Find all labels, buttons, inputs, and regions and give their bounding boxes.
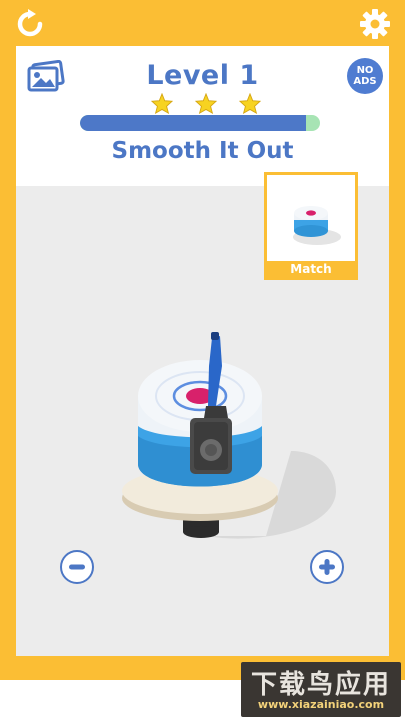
level-header: Level 1 Smooth It Out NO ADS: [16, 46, 389, 186]
cake-stand-scene: [122, 332, 336, 539]
level-progress-bar: [80, 115, 320, 131]
zoom-out-button[interactable]: [60, 550, 94, 584]
watermark-title: 下载鸟应用: [250, 670, 391, 700]
star-icon: [195, 93, 217, 114]
minus-icon: [69, 564, 85, 570]
star-icon: [239, 93, 261, 114]
level-progress-fill: [80, 115, 306, 131]
star-icon: [151, 93, 173, 114]
restart-icon: [17, 9, 43, 37]
gear-icon: [360, 9, 390, 39]
level-title: Level 1: [146, 60, 259, 91]
task-title: Smooth It Out: [111, 138, 294, 164]
game-panel: Level 1 Smooth It Out NO ADS Match: [16, 46, 389, 656]
no-ads-label-top: NO: [356, 65, 374, 76]
no-ads-label-bottom: ADS: [353, 76, 377, 87]
restart-button[interactable]: [14, 8, 46, 40]
watermark: 下载鸟应用 www.xiazainiao.com: [241, 662, 401, 717]
star-rating: [151, 93, 261, 114]
watermark-url: www.xiazainiao.com: [257, 698, 385, 711]
zoom-in-button[interactable]: [310, 550, 344, 584]
no-ads-button[interactable]: NO ADS: [347, 58, 383, 94]
settings-button[interactable]: [358, 7, 392, 41]
game-frame: Level 1 Smooth It Out NO ADS Match: [0, 0, 405, 680]
plus-icon: [319, 559, 335, 575]
